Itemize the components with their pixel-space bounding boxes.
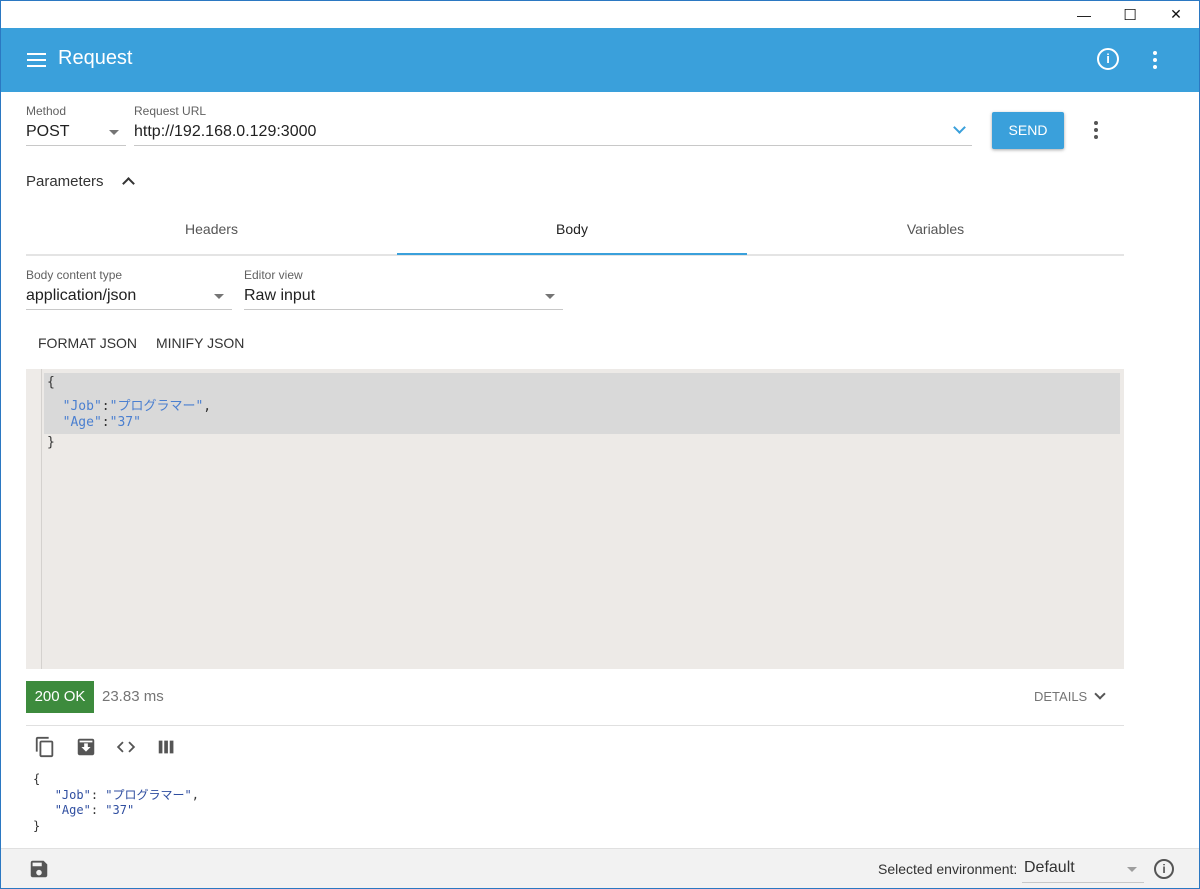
environment-select[interactable]: Default — [1024, 859, 1075, 877]
response-json-value: "37" — [105, 803, 135, 817]
chevron-up-icon[interactable] — [122, 177, 135, 190]
response-json-sep: : — [90, 803, 106, 817]
url-history-chevron-down-icon[interactable] — [953, 121, 966, 134]
response-json-sep: : — [90, 788, 106, 802]
response-line: } — [33, 819, 40, 833]
response-line: "Job": "プログラマー", — [33, 786, 199, 803]
response-json-key: "Job" — [54, 788, 91, 802]
editor-open-brace: { — [47, 375, 55, 390]
tab-headers[interactable]: Headers — [26, 208, 397, 254]
response-json-value: "プログラマー" — [105, 788, 192, 802]
editor-line: } — [47, 435, 55, 450]
response-json-key: "Age" — [54, 803, 91, 817]
editor-view-label: Editor view — [244, 268, 303, 282]
method-select[interactable]: POST — [26, 123, 70, 141]
tab-body[interactable]: Body — [397, 208, 747, 254]
editor-json-sep: : — [101, 399, 110, 414]
response-open-brace: { — [33, 772, 41, 786]
environment-label: Selected environment: — [878, 861, 1018, 877]
url-underline — [134, 145, 972, 146]
url-label: Request URL — [134, 104, 207, 118]
copy-icon[interactable] — [34, 736, 56, 758]
send-button[interactable]: SEND — [992, 112, 1064, 149]
response-divider — [26, 725, 1124, 726]
active-tab-indicator — [397, 253, 747, 255]
minimize-button[interactable]: — — [1061, 1, 1107, 28]
content-type-select[interactable]: application/json — [26, 287, 136, 305]
tab-variables[interactable]: Variables — [747, 208, 1124, 254]
editor-json-comma: , — [203, 399, 212, 414]
editor-line: "Job":"プログラマー", — [47, 395, 211, 414]
editor-gutter — [26, 369, 42, 669]
response-json-comma: , — [191, 788, 199, 802]
parameter-tabs: Headers Body Variables — [26, 208, 1124, 256]
app-bar: Request i — [1, 28, 1199, 92]
editor-line: "Age":"37" — [47, 415, 141, 430]
minify-json-button[interactable]: MINIFY JSON — [156, 335, 244, 351]
url-input[interactable]: http://192.168.0.129:3000 — [134, 123, 316, 141]
code-icon[interactable] — [115, 736, 137, 758]
editor-line: { — [47, 375, 55, 390]
save-icon[interactable] — [28, 858, 50, 880]
menu-icon[interactable] — [27, 53, 46, 67]
editor-json-key: "Age" — [62, 415, 102, 430]
method-dropdown-icon[interactable] — [109, 130, 119, 135]
page-title: Request — [58, 47, 133, 69]
method-label: Method — [26, 104, 67, 118]
environment-info-icon[interactable]: i — [1154, 859, 1174, 879]
editor-close-brace: } — [47, 435, 55, 450]
info-icon[interactable]: i — [1097, 48, 1119, 70]
download-icon[interactable] — [75, 736, 97, 758]
response-time: 23.83 ms — [102, 688, 164, 705]
window-titlebar: — ☐ ✕ — [1, 1, 1199, 28]
response-close-brace: } — [33, 819, 41, 833]
method-underline — [26, 145, 126, 146]
editor-json-value: "37" — [109, 415, 141, 430]
editor-json-key: "Job" — [62, 399, 102, 414]
footer-bar: Selected environment: Default i — [1, 848, 1199, 888]
editor-json-sep: : — [101, 415, 110, 430]
status-badge: 200 OK — [26, 681, 94, 713]
columns-icon[interactable] — [156, 736, 178, 758]
editor-view-select[interactable]: Raw input — [244, 287, 315, 305]
content-type-label: Body content type — [26, 268, 123, 282]
response-line: "Age": "37" — [33, 803, 134, 817]
body-editor[interactable]: { "Job":"プログラマー", "Age":"37" } — [26, 369, 1124, 669]
content-type-dropdown-icon[interactable] — [214, 294, 224, 299]
format-json-button[interactable]: FORMAT JSON — [38, 335, 137, 351]
parameters-toggle[interactable]: Parameters — [26, 173, 104, 190]
chevron-down-icon[interactable] — [1094, 688, 1106, 700]
environment-dropdown-icon[interactable] — [1127, 867, 1137, 872]
details-toggle[interactable]: DETAILS — [1034, 689, 1087, 704]
maximize-button[interactable]: ☐ — [1107, 1, 1153, 28]
environment-underline — [1022, 882, 1144, 883]
response-line: { — [33, 772, 40, 786]
more-vert-icon[interactable] — [1153, 51, 1157, 72]
editor-view-underline — [244, 309, 563, 310]
content-type-underline — [26, 309, 232, 310]
request-more-vert-icon[interactable] — [1094, 121, 1098, 142]
editor-json-value: "プログラマー" — [109, 399, 204, 414]
editor-view-dropdown-icon[interactable] — [545, 294, 555, 299]
close-button[interactable]: ✕ — [1153, 1, 1199, 28]
